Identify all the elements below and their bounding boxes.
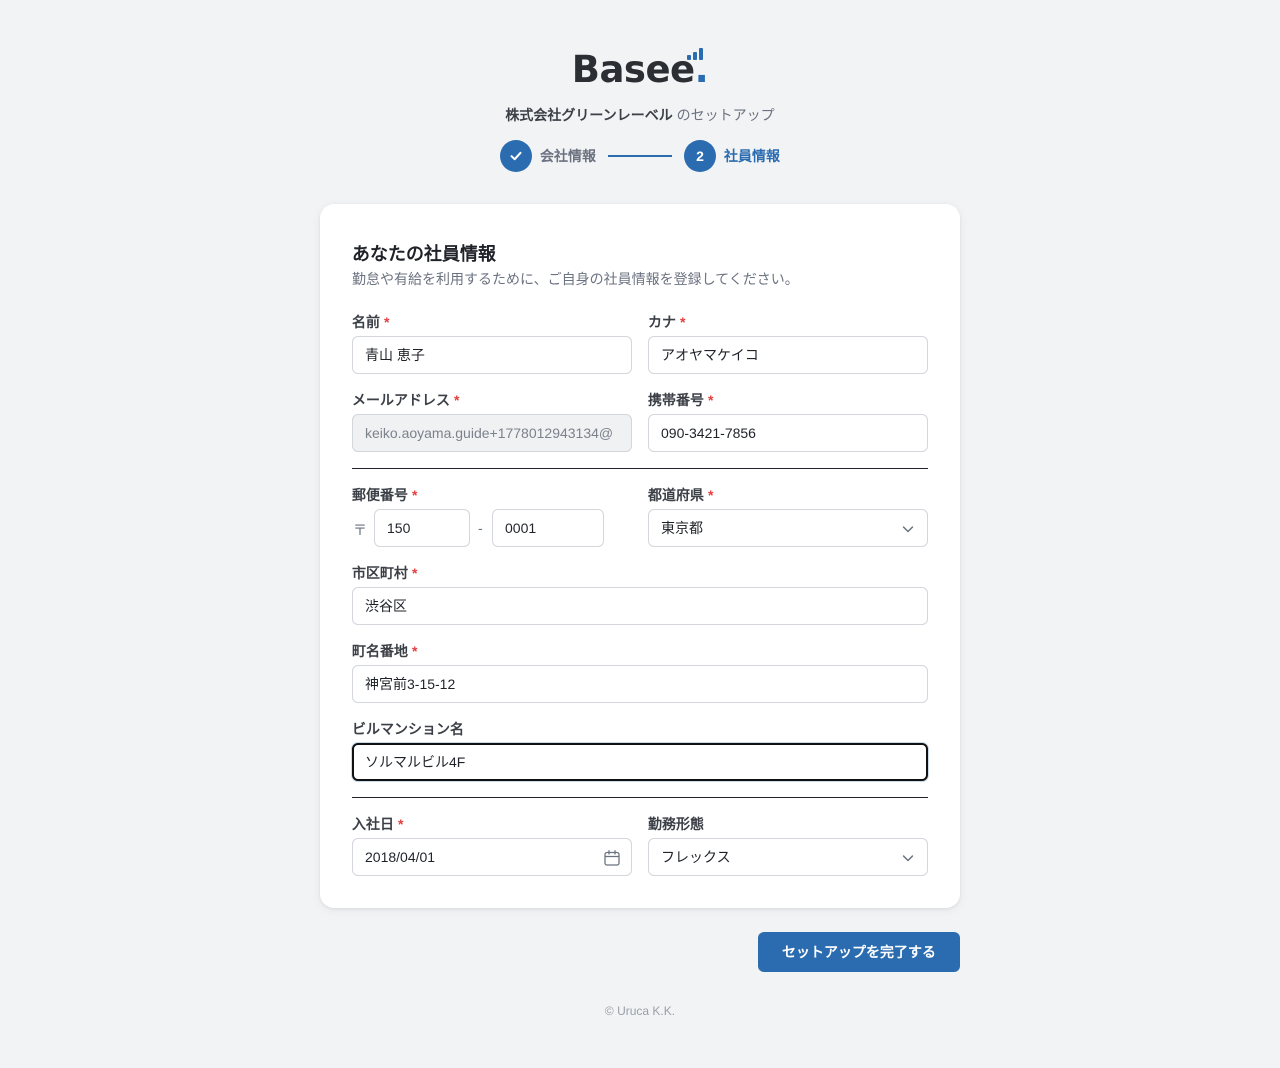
required-mark: * bbox=[708, 487, 714, 503]
calendar-icon[interactable] bbox=[603, 849, 621, 870]
setup-subtitle: 株式会社グリーンレーベル のセットアップ bbox=[0, 105, 1280, 125]
work-style-label: 勤務形態 bbox=[648, 816, 704, 832]
postal-label: 郵便番号 * bbox=[352, 487, 418, 503]
step-label: 会社情報 bbox=[540, 148, 596, 164]
logo-area: Basee. bbox=[0, 48, 1280, 92]
step-number: 2 bbox=[684, 140, 716, 172]
name-input[interactable]: 青山 恵子 bbox=[352, 336, 632, 374]
join-date-input[interactable]: 2018/04/01 bbox=[352, 838, 632, 876]
postal-mark: 〒 bbox=[353, 522, 367, 538]
required-mark: * bbox=[708, 392, 714, 408]
subtitle-suffix: のセットアップ bbox=[672, 107, 775, 123]
join-date-value: 2018/04/01 bbox=[365, 849, 436, 865]
work-style-value: フレックス bbox=[661, 849, 731, 865]
section-divider bbox=[352, 797, 928, 798]
required-mark: * bbox=[454, 392, 460, 408]
phone-label: 携帯番号 * bbox=[648, 392, 714, 408]
section-divider bbox=[352, 468, 928, 469]
required-mark: * bbox=[412, 643, 418, 659]
required-mark: * bbox=[384, 314, 390, 330]
postal-code-first-input[interactable]: 150 bbox=[374, 509, 470, 547]
street-label: 町名番地 * bbox=[352, 643, 418, 659]
copyright: © Uruca K.K. bbox=[604, 1004, 676, 1018]
form-description: 勤怠や有給を利用するために、ご自身の社員情報を登録してください。 bbox=[352, 271, 799, 287]
complete-setup-button[interactable]: セットアップを完了する bbox=[758, 932, 960, 972]
chevron-down-icon bbox=[901, 851, 915, 868]
check-icon bbox=[500, 140, 532, 172]
city-label: 市区町村 * bbox=[352, 565, 418, 581]
street-input[interactable]: 神宮前3-15-12 bbox=[352, 665, 928, 703]
stepper: 会社情報 2 社員情報 bbox=[0, 140, 1280, 172]
chevron-down-icon bbox=[901, 522, 915, 539]
building-label: ビルマンション名 bbox=[352, 721, 464, 737]
signal-bars-icon bbox=[687, 48, 705, 60]
work-style-select[interactable]: フレックス bbox=[648, 838, 928, 876]
postal-code-second-input[interactable]: 0001 bbox=[492, 509, 604, 547]
form-title: あなたの社員情報 bbox=[352, 244, 496, 264]
building-input[interactable]: ソルマルビル4F bbox=[352, 743, 928, 781]
brand-logo: Basee. bbox=[571, 48, 709, 92]
step-company-info: 会社情報 bbox=[500, 140, 596, 172]
employee-form-card: あなたの社員情報 勤怠や有給を利用するために、ご自身の社員情報を登録してください… bbox=[320, 204, 960, 908]
postal-separator: - bbox=[478, 520, 483, 536]
step-employee-info: 2 社員情報 bbox=[684, 140, 780, 172]
prefecture-select[interactable]: 東京都 bbox=[648, 509, 928, 547]
company-name: 株式会社グリーンレーベル bbox=[505, 107, 673, 123]
brand-name: Basee bbox=[571, 48, 695, 91]
prefecture-value: 東京都 bbox=[661, 520, 703, 536]
required-mark: * bbox=[680, 314, 686, 330]
kana-label: カナ * bbox=[648, 314, 686, 330]
step-connector bbox=[608, 155, 672, 157]
phone-input[interactable]: 090-3421-7856 bbox=[648, 414, 928, 452]
required-mark: * bbox=[412, 487, 418, 503]
name-label: 名前 * bbox=[352, 314, 390, 330]
prefecture-label: 都道府県 * bbox=[648, 487, 714, 503]
email-input: keiko.aoyama.guide+1778012943134@ bbox=[352, 414, 632, 452]
required-mark: * bbox=[398, 816, 404, 832]
city-input[interactable]: 渋谷区 bbox=[352, 587, 928, 625]
email-label: メールアドレス * bbox=[352, 392, 460, 408]
required-mark: * bbox=[412, 565, 418, 581]
join-date-label: 入社日 * bbox=[352, 816, 404, 832]
step-label: 社員情報 bbox=[724, 148, 780, 164]
kana-input[interactable]: アオヤマケイコ bbox=[648, 336, 928, 374]
